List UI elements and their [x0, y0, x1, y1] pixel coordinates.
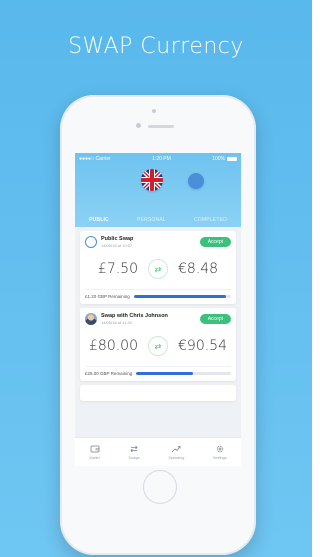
swap-card-header: Swap with Chris Johnson 14/05/18 at 11:2… [85, 313, 231, 325]
remaining-row: £25.00 GBP Remaining [85, 366, 231, 376]
swap-date: 14/05/18 at 11:20 [101, 320, 132, 325]
progress-track [133, 295, 231, 298]
home-button[interactable] [143, 470, 177, 504]
tabbar-swaps[interactable]: Swaps [128, 444, 140, 460]
tabbar-spending[interactable]: Spending [168, 444, 184, 460]
amount-to: €90.54 [178, 338, 227, 354]
uk-flag-icon[interactable] [141, 169, 163, 191]
wallet-icon [90, 445, 99, 453]
progress-fill [136, 372, 194, 375]
remaining-label: £25.00 GBP Remaining [85, 371, 133, 376]
promo-headline: SWAP Currency [68, 34, 244, 59]
swap-card[interactable]: Public Swap 14/05/18 at 10:07 Accept £7.… [80, 231, 236, 304]
status-time: 1:20 PM [152, 156, 171, 162]
promo-background: SWAP Currency ●●●●○ Carrier 1:20 PM 100% [0, 0, 312, 557]
swap-arrows-icon [130, 445, 138, 453]
swap-card-header: Public Swap 14/05/18 at 10:07 Accept [85, 236, 231, 248]
swap-tabs: PUBLIC PERSONAL COMPLETED [75, 217, 241, 223]
accept-button[interactable]: Accept [199, 237, 231, 247]
progress-fill [133, 295, 227, 298]
public-globe-icon [85, 236, 97, 248]
swap-amounts: £80.00 ⇄ €90.54 [85, 325, 231, 366]
carrier-label: ●●●●○ Carrier [79, 156, 111, 162]
tabbar-label: Swaps [128, 456, 140, 460]
swap-arrows-icon[interactable]: ⇄ [148, 336, 168, 356]
globe-icon[interactable] [188, 173, 204, 189]
remaining-row: £1.20 GBP Remaining [85, 289, 231, 299]
swap-card-partial[interactable] [80, 385, 236, 401]
tabbar-wallet[interactable]: Wallet [89, 444, 100, 460]
earpiece-speaker [148, 125, 174, 128]
tab-personal[interactable]: PERSONAL [137, 217, 166, 223]
front-camera [136, 123, 141, 128]
swap-card[interactable]: Swap with Chris Johnson 14/05/18 at 11:2… [80, 308, 236, 381]
battery-percent: 100% [212, 156, 225, 162]
tab-completed[interactable]: COMPLETED [194, 217, 227, 223]
phone-mockup: ●●●●○ Carrier 1:20 PM 100% PUBLIC PERSON… [60, 95, 256, 555]
swap-title: Public Swap [101, 236, 134, 242]
progress-track [136, 372, 231, 375]
tabbar-settings[interactable]: Settings [213, 444, 227, 460]
sensor-dot [152, 109, 156, 113]
swap-titles: Public Swap 14/05/18 at 10:07 [101, 236, 196, 248]
phone-screen: ●●●●○ Carrier 1:20 PM 100% PUBLIC PERSON… [75, 153, 241, 466]
tab-public[interactable]: PUBLIC [89, 217, 109, 223]
swap-title: Swap with Chris Johnson [101, 313, 168, 319]
amount-from: £7.50 [97, 261, 138, 277]
amount-to: €8.48 [178, 261, 219, 277]
tabbar-label: Wallet [89, 456, 100, 460]
swap-arrows-icon[interactable]: ⇄ [148, 259, 168, 279]
amount-from: £80.00 [89, 338, 138, 354]
battery-icon [226, 157, 237, 161]
remaining-label: £1.20 GBP Remaining [85, 294, 130, 299]
battery-indicator: 100% [212, 156, 237, 162]
avatar [85, 313, 97, 325]
bottom-tab-bar: Wallet Swaps Spending Settings [75, 437, 241, 466]
tabbar-label: Settings [212, 456, 227, 460]
tabbar-label: Spending [168, 456, 185, 460]
accept-button[interactable]: Accept [199, 314, 231, 324]
status-bar: ●●●●○ Carrier 1:20 PM 100% [75, 153, 241, 163]
swap-date: 14/05/18 at 10:07 [101, 243, 133, 248]
swap-amounts: £7.50 ⇄ €8.48 [85, 248, 231, 289]
app-header: ●●●●○ Carrier 1:20 PM 100% PUBLIC PERSON… [75, 153, 241, 227]
gear-icon [216, 445, 224, 453]
swap-titles: Swap with Chris Johnson 14/05/18 at 11:2… [101, 313, 196, 325]
trend-icon [172, 446, 181, 453]
